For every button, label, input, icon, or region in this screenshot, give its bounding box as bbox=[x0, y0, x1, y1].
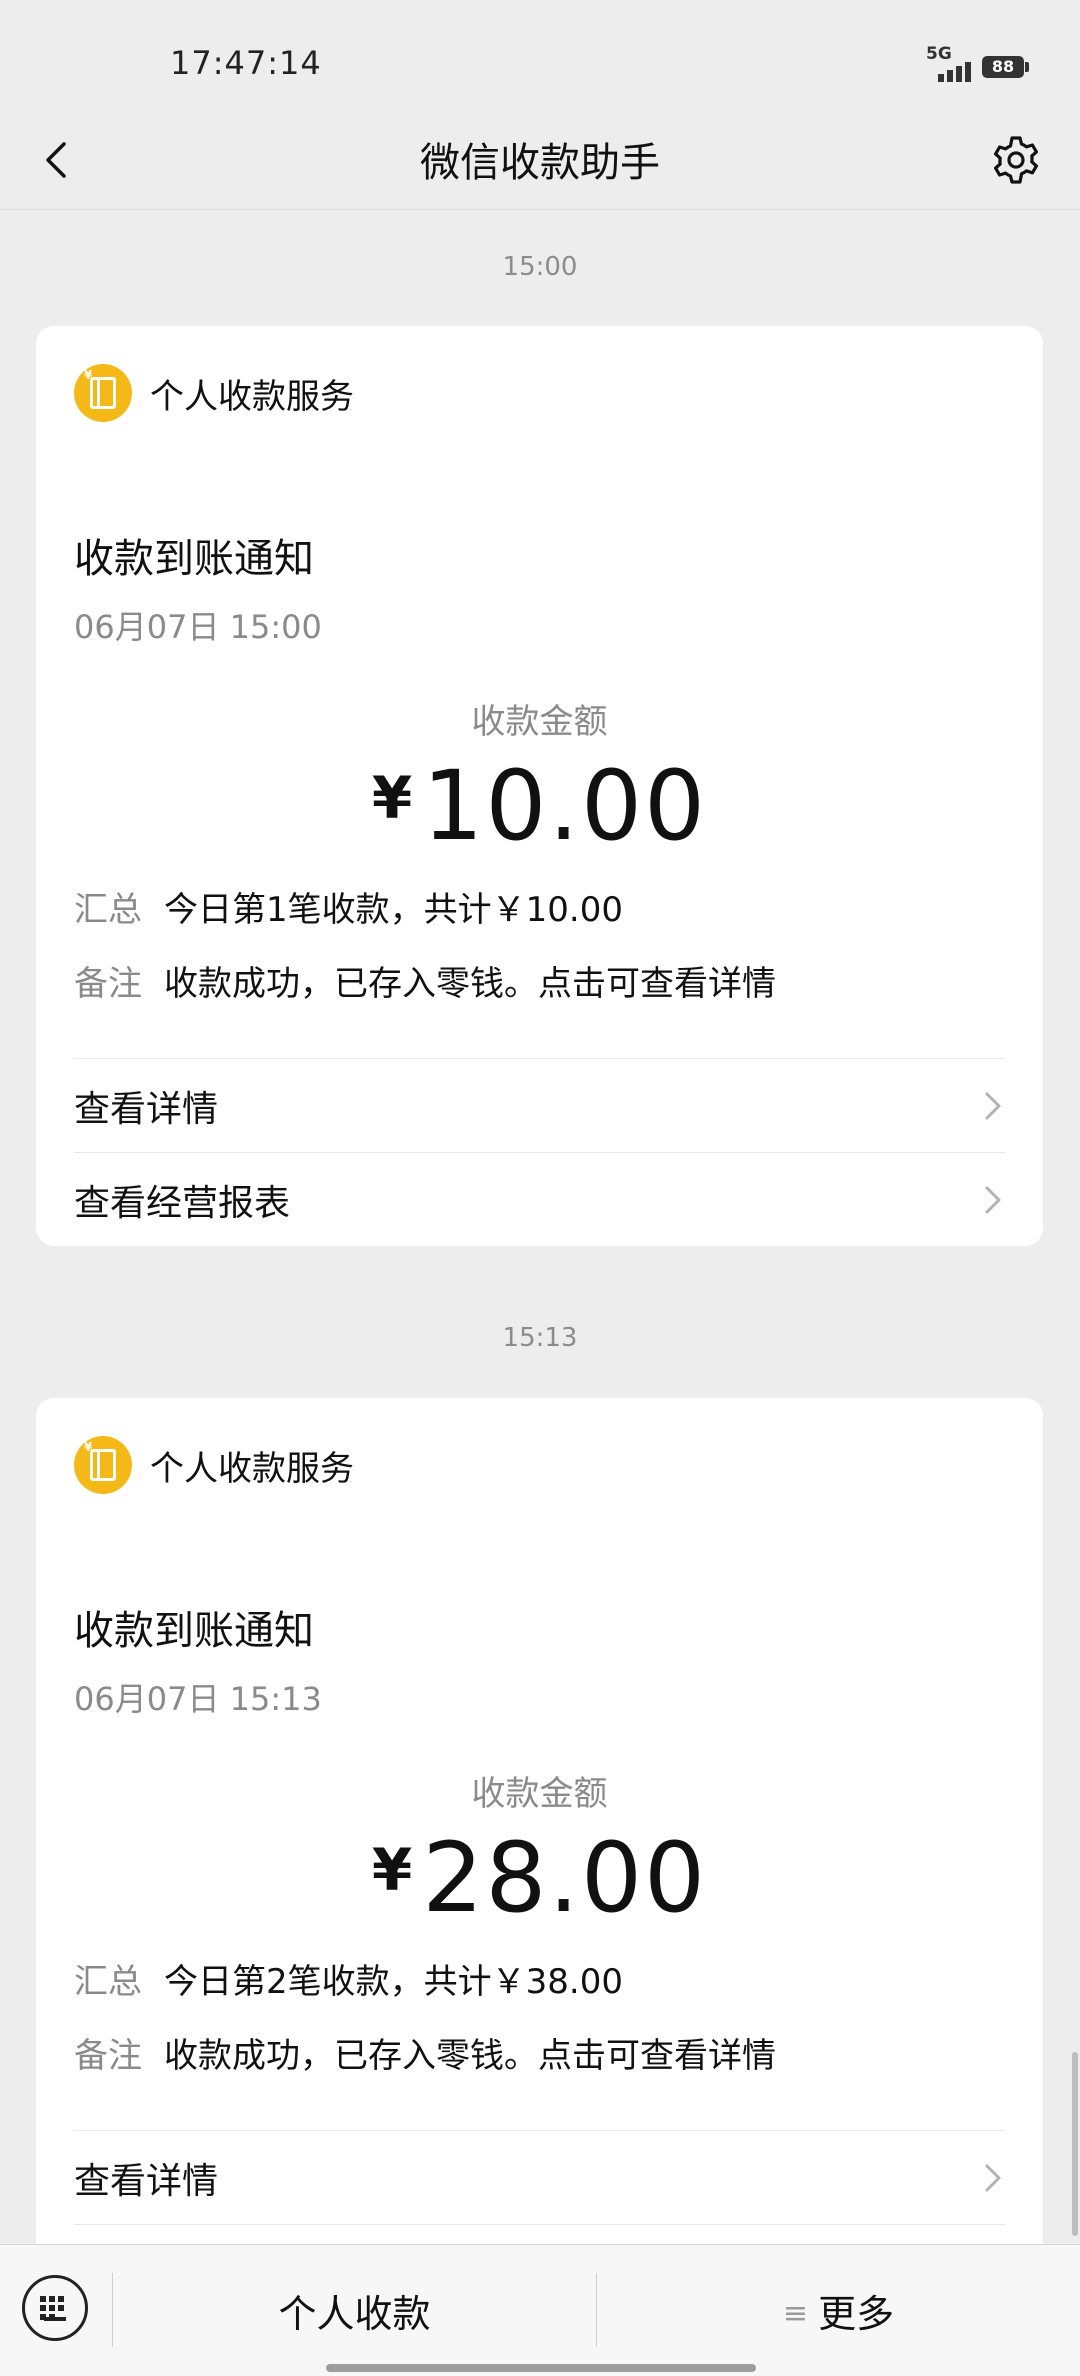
summary-row: 汇总 今日第2笔收款，共计￥38.00 bbox=[74, 1954, 623, 2003]
view-details-label: 查看详情 bbox=[74, 1088, 219, 1130]
summary-row: 汇总 今日第1笔收款，共计￥10.00 bbox=[74, 882, 623, 931]
amount-label: 收款金额 bbox=[471, 1774, 608, 1814]
chevron-right-icon bbox=[985, 1092, 1001, 1119]
remark-label: 备注 bbox=[74, 964, 142, 1004]
currency-symbol: ¥ bbox=[371, 764, 413, 832]
time-divider: 15:00 bbox=[502, 252, 578, 282]
wallet-yen-icon: ¥ bbox=[74, 364, 132, 422]
service-name: 个人收款服务 bbox=[150, 1448, 354, 1489]
card-header: ¥ 个人收款服务 bbox=[74, 364, 354, 422]
view-report-link[interactable]: 查看经营报表 bbox=[74, 1152, 1005, 1246]
wallet-yen-icon: ¥ bbox=[74, 1436, 132, 1494]
payment-card[interactable]: ¥ 个人收款服务 收款到账通知 06月07日 15:00 收款金额 ¥10.00… bbox=[36, 326, 1043, 1246]
keyboard-icon[interactable] bbox=[22, 2275, 88, 2341]
summary-value: 今日第2笔收款，共计￥38.00 bbox=[164, 1962, 623, 2002]
view-report-label: 查看经营报表 bbox=[74, 1182, 291, 1224]
scrollbar[interactable] bbox=[1072, 2052, 1078, 2236]
time-divider: 15:13 bbox=[502, 1323, 578, 1353]
menu-more-label: 更多 bbox=[818, 2292, 895, 2336]
status-time: 17:47:14 bbox=[170, 44, 322, 82]
menu-lines-icon: ≡ bbox=[782, 2296, 809, 2331]
nav-bar: 微信收款助手 bbox=[0, 110, 1080, 210]
notice-title: 收款到账通知 bbox=[74, 1608, 314, 1654]
chevron-right-icon bbox=[985, 2164, 1001, 2191]
notice-title: 收款到账通知 bbox=[74, 536, 314, 582]
remark-value: 收款成功，已存入零钱。点击可查看详情 bbox=[164, 2036, 776, 2076]
currency-symbol: ¥ bbox=[371, 1836, 413, 1904]
menu-more[interactable]: ≡ 更多 bbox=[597, 2283, 1080, 2338]
view-details-link[interactable]: 查看详情 bbox=[74, 2130, 1005, 2224]
payment-card[interactable]: ¥ 个人收款服务 收款到账通知 06月07日 15:13 收款金额 ¥28.00… bbox=[36, 1398, 1043, 2298]
chevron-right-icon bbox=[985, 1186, 1001, 1213]
amount-value: 28.00 bbox=[422, 1822, 708, 1934]
remark-label: 备注 bbox=[74, 2036, 142, 2076]
menu-personal-payment[interactable]: 个人收款 bbox=[113, 2283, 596, 2338]
battery-icon: 88 bbox=[982, 56, 1029, 78]
amount-label: 收款金额 bbox=[471, 702, 608, 742]
amount: ¥10.00 bbox=[36, 750, 1043, 862]
status-bar: 17:47:14 5G 88 bbox=[0, 0, 1080, 120]
amount-value: 10.00 bbox=[422, 750, 708, 862]
summary-value: 今日第1笔收款，共计￥10.00 bbox=[164, 890, 623, 930]
gear-icon[interactable] bbox=[988, 132, 1044, 188]
summary-label: 汇总 bbox=[74, 890, 142, 930]
remark-value: 收款成功，已存入零钱。点击可查看详情 bbox=[164, 964, 776, 1004]
notice-date: 06月07日 15:00 bbox=[74, 608, 322, 646]
view-details-link[interactable]: 查看详情 bbox=[74, 1058, 1005, 1152]
signal-icon: 5G bbox=[926, 44, 976, 82]
bottom-menu-bar: 个人收款 ≡ 更多 bbox=[0, 2244, 1080, 2376]
service-name: 个人收款服务 bbox=[150, 376, 354, 417]
amount: ¥28.00 bbox=[36, 1822, 1043, 1934]
page-title: 微信收款助手 bbox=[420, 140, 660, 186]
card-header: ¥ 个人收款服务 bbox=[74, 1436, 354, 1494]
home-indicator[interactable] bbox=[326, 2364, 756, 2372]
summary-label: 汇总 bbox=[74, 1962, 142, 2002]
view-details-label: 查看详情 bbox=[74, 2160, 219, 2202]
screen: 17:47:14 5G 88 微信收款助手 15:00 ¥ 个人收款服务 收款到 bbox=[0, 0, 1080, 2376]
network-type: 5G bbox=[926, 44, 952, 64]
remark-row: 备注 收款成功，已存入零钱。点击可查看详情 bbox=[74, 2028, 776, 2077]
remark-row: 备注 收款成功，已存入零钱。点击可查看详情 bbox=[74, 956, 776, 1005]
notice-date: 06月07日 15:13 bbox=[74, 1680, 322, 1718]
